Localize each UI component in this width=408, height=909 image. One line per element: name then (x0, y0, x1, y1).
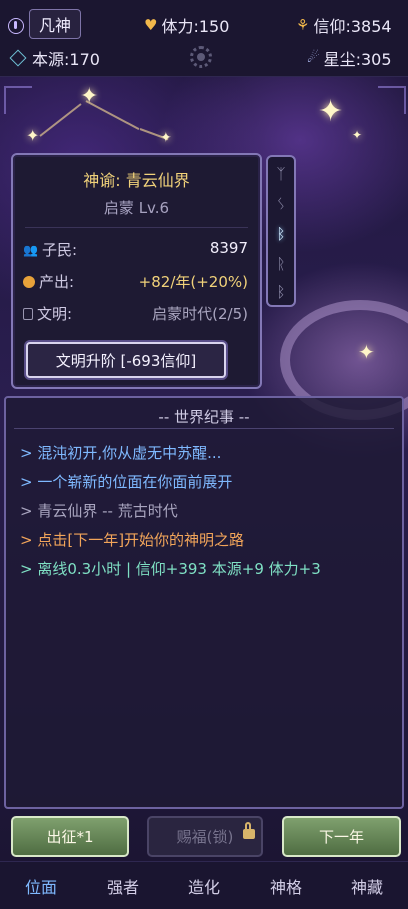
game-screen: ✦ ✦ ✦ ✦ ✦ ✦ 凡神 ♥ 体力:150 ⚘ 信仰:3854 本源:170… (0, 0, 408, 909)
star-icon: ✦ (160, 130, 172, 146)
frame-corner-left (4, 86, 32, 114)
blessing-label: 赐福(锁) (176, 828, 234, 846)
rune-icon[interactable]: ᚱ (268, 255, 294, 273)
origin-value: 本源:170 (32, 50, 100, 69)
tab-plane[interactable]: 位面 (0, 874, 82, 898)
stamina-stat: ♥ 体力:150 (144, 13, 229, 37)
tab-divinity[interactable]: 神格 (245, 874, 327, 898)
book-icon (23, 307, 33, 320)
rune-icon[interactable]: ᛊ (268, 195, 294, 213)
rune-bar: ᛉ ᛊ ᛒ ᚱ ᛒ (266, 155, 296, 307)
star-icon: ✦ (318, 94, 344, 129)
next-year-button[interactable]: 下一年 (282, 816, 401, 857)
rune-icon-active[interactable]: ᛒ (268, 225, 294, 243)
tab-treasury[interactable]: 神藏 (326, 874, 408, 898)
tab-champions[interactable]: 强者 (82, 874, 164, 898)
faith-value: 信仰:3854 (313, 17, 392, 36)
info-label: 文明: (37, 305, 73, 323)
star-icon: ✦ (80, 84, 99, 109)
faith-icon: ⚘ (296, 16, 310, 34)
stamina-value: 体力:150 (161, 17, 230, 36)
world-chronicle-panel: -- 世界纪事 -- > 混沌初开,你从虚无中苏醒... > 一个崭新的位面在你… (4, 396, 404, 809)
heart-icon: ♥ (144, 16, 158, 34)
constellation-line (39, 103, 82, 137)
resource-bar: 凡神 ♥ 体力:150 ⚘ 信仰:3854 本源:170 ☄ 星尘:305 (0, 0, 408, 77)
info-row-population: 👥 子民: 8397 (23, 239, 248, 261)
world-level: 启蒙 Lv.6 (103, 199, 170, 217)
rank-icon (8, 18, 24, 34)
stardust-value: 星尘:305 (323, 50, 392, 69)
chronicle-log: > 离线0.3小时 | 信仰+393 本源+9 体力+3 (20, 560, 321, 578)
civilization-upgrade-button[interactable]: 文明升阶 [-693信仰] (26, 342, 226, 378)
info-row-output: 产出: +82/年(+20%) (23, 271, 248, 293)
rank-button[interactable]: 凡神 (29, 9, 81, 39)
gear-icon[interactable] (190, 46, 212, 68)
origin-stat: 本源:170 (9, 46, 100, 70)
chronicle-log: > 混沌初开,你从虚无中苏醒... (20, 444, 222, 462)
rune-icon[interactable]: ᛒ (268, 283, 294, 301)
divider (25, 227, 248, 228)
world-info-panel: 神谕: 青云仙界 启蒙 Lv.6 👥 子民: 8397 产出: +82/年(+20… (11, 153, 262, 389)
info-label: 产出: (39, 273, 75, 291)
star-icon: ✦ (26, 126, 40, 145)
star-icon: ✦ (352, 128, 363, 142)
expedition-button[interactable]: 出征*1 (11, 816, 129, 857)
origin-icon (9, 49, 27, 67)
blessing-button-locked[interactable]: 赐福(锁) (147, 816, 263, 857)
people-icon: 👥 (23, 242, 38, 257)
info-row-civilization: 文明: 启蒙时代(2/5) (23, 303, 248, 325)
stardust-stat: ☄ 星尘:305 (307, 46, 392, 70)
rune-icon[interactable]: ᛉ (268, 165, 294, 183)
chronicle-log: > 一个崭新的位面在你面前展开 (20, 473, 233, 491)
output-value: +82/年(+20%) (138, 273, 248, 291)
world-title: 神谕: 青云仙界 (83, 171, 190, 190)
info-label: 子民: (41, 241, 78, 259)
civilization-value: 启蒙时代(2/5) (152, 305, 248, 323)
chronicle-header: -- 世界纪事 -- (158, 408, 250, 426)
lock-icon (243, 822, 255, 839)
divider (14, 428, 394, 429)
coin-icon (23, 275, 35, 288)
chronicle-log: > 青云仙界 -- 荒古时代 (20, 502, 178, 520)
stardust-icon: ☄ (307, 50, 320, 66)
population-value: 8397 (209, 239, 248, 257)
tab-creation[interactable]: 造化 (163, 874, 245, 898)
bottom-nav: 位面 强者 造化 神格 神藏 (0, 861, 408, 909)
frame-corner-right (378, 86, 406, 114)
faith-stat: ⚘ 信仰:3854 (296, 13, 392, 37)
chronicle-log: > 点击[下一年]开始你的神明之路 (20, 531, 245, 549)
